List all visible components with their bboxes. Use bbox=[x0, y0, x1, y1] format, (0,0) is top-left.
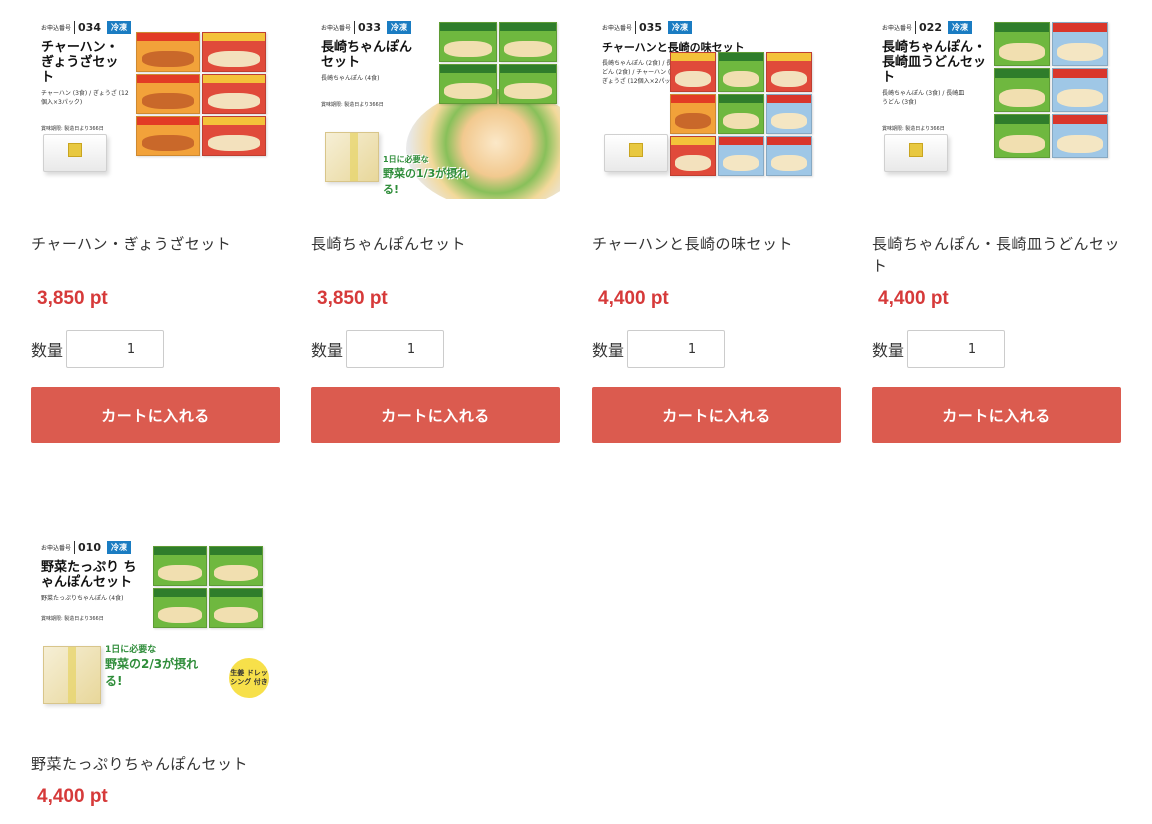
quantity-label: 数量 bbox=[311, 341, 344, 360]
add-to-cart-button[interactable]: カートに入れる bbox=[311, 387, 560, 443]
product-price: 4,400 pt bbox=[598, 288, 669, 309]
order-code: お申込番号 035 冷凍 bbox=[602, 20, 772, 34]
image-title: 長崎ちゃんぽん セット bbox=[321, 40, 413, 70]
frozen-badge: 冷凍 bbox=[947, 20, 972, 34]
product-name[interactable]: 長崎ちゃんぽん・長崎皿うどんセット bbox=[872, 233, 1121, 277]
product-name[interactable]: チャーハン・ぎょうざセット bbox=[31, 233, 280, 255]
image-title: 長崎ちゃんぽん・ 長崎皿うどんセット bbox=[882, 40, 987, 85]
add-to-cart-button[interactable]: カートに入れる bbox=[872, 387, 1121, 443]
frozen-badge: 冷凍 bbox=[106, 540, 131, 554]
gift-box-image bbox=[604, 134, 668, 172]
package-photos bbox=[136, 32, 266, 156]
product-image[interactable]: お申込番号 035 冷凍 チャーハンと長崎の味セット 長崎ちゃんぽん (2食) … bbox=[592, 14, 841, 199]
quantity-input[interactable] bbox=[627, 330, 726, 368]
product-card: お申込番号 022 冷凍 長崎ちゃんぽん・ 長崎皿うどんセット 長崎ちゃんぽん … bbox=[872, 0, 1121, 443]
product-card: お申込番号 033 冷凍 長崎ちゃんぽん セット 長崎ちゃんぽん (4食) 賞味… bbox=[311, 0, 560, 443]
product-image[interactable]: お申込番号 010 冷凍 野菜たっぷり ちゃんぽんセット 野菜たっぷりちゃんぽん… bbox=[31, 538, 280, 723]
quantity-input[interactable] bbox=[346, 330, 445, 368]
gift-box-image bbox=[884, 134, 948, 172]
product-card: お申込番号 010 冷凍 野菜たっぷり ちゃんぽんセット 野菜たっぷりちゃんぽん… bbox=[31, 520, 280, 807]
quantity-label: 数量 bbox=[31, 341, 64, 360]
image-title: チャーハン・ ぎょうざセット bbox=[41, 40, 119, 85]
quantity-label: 数量 bbox=[592, 341, 625, 360]
product-price: 4,400 pt bbox=[878, 288, 949, 309]
quantity-input[interactable] bbox=[907, 330, 1006, 368]
product-image[interactable]: お申込番号 034 冷凍 チャーハン・ ぎょうざセット チャーハン (3食) /… bbox=[31, 14, 280, 199]
gift-wrap-image bbox=[325, 132, 379, 182]
product-name[interactable]: 野菜たっぷりちゃんぽんセット bbox=[31, 753, 280, 775]
product-card: お申込番号 035 冷凍 チャーハンと長崎の味セット 長崎ちゃんぽん (2食) … bbox=[592, 0, 841, 443]
product-name[interactable]: 長崎ちゃんぽんセット bbox=[311, 233, 560, 255]
product-price: 4,400 pt bbox=[37, 786, 108, 807]
image-title: 野菜たっぷり ちゃんぽんセット bbox=[41, 560, 137, 590]
ginger-dressing-badge: 生姜 ドレッシング 付き bbox=[229, 658, 269, 698]
image-subtitle: 長崎ちゃんぽん (3食) / 長崎皿うどん (3食) bbox=[882, 90, 965, 106]
quantity-row: 数量 bbox=[311, 330, 445, 368]
vegetable-badge: 1日に必要な 野菜の1/3が摂れる! bbox=[383, 155, 469, 196]
quantity-label: 数量 bbox=[872, 341, 905, 360]
product-name[interactable]: チャーハンと長崎の味セット bbox=[592, 233, 841, 255]
add-to-cart-button[interactable]: カートに入れる bbox=[31, 387, 280, 443]
product-price: 3,850 pt bbox=[37, 288, 108, 309]
package-photos bbox=[153, 546, 263, 628]
quantity-row: 数量 bbox=[872, 330, 1006, 368]
frozen-badge: 冷凍 bbox=[106, 20, 131, 34]
add-to-cart-button[interactable]: カートに入れる bbox=[592, 387, 841, 443]
frozen-badge: 冷凍 bbox=[667, 20, 692, 34]
product-price: 3,850 pt bbox=[317, 288, 388, 309]
package-photos bbox=[670, 52, 812, 176]
gift-wrap-image bbox=[43, 646, 101, 704]
product-image[interactable]: お申込番号 022 冷凍 長崎ちゃんぽん・ 長崎皿うどんセット 長崎ちゃんぽん … bbox=[872, 14, 1121, 199]
vegetable-badge: 1日に必要な 野菜の2/3が摂れる! bbox=[105, 645, 199, 688]
product-card: お申込番号 034 冷凍 チャーハン・ ぎょうざセット チャーハン (3食) /… bbox=[31, 0, 280, 443]
product-image[interactable]: お申込番号 033 冷凍 長崎ちゃんぽん セット 長崎ちゃんぽん (4食) 賞味… bbox=[311, 14, 560, 199]
gift-box-image bbox=[43, 134, 107, 172]
image-subtitle: チャーハン (3食) / ぎょうざ (12個入×3パック) bbox=[41, 90, 129, 106]
frozen-badge: 冷凍 bbox=[386, 20, 411, 34]
package-photos bbox=[994, 22, 1108, 158]
quantity-input[interactable] bbox=[66, 330, 165, 368]
quantity-row: 数量 bbox=[592, 330, 726, 368]
package-photos bbox=[439, 22, 557, 104]
quantity-row: 数量 bbox=[31, 330, 165, 368]
